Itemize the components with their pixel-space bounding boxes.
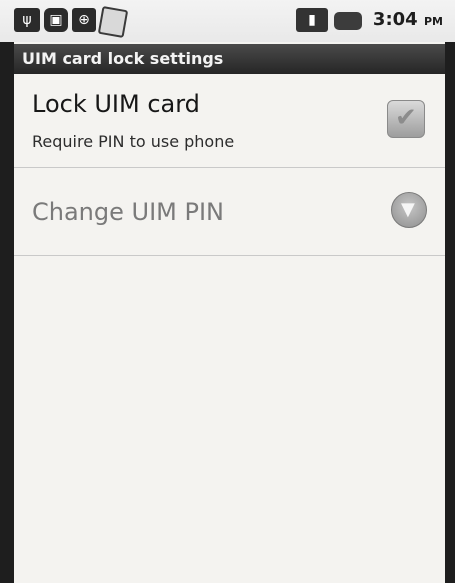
lock-uim-checkbox[interactable]: ✔ — [387, 100, 425, 138]
lock-uim-card-row[interactable]: Lock UIM card Require PIN to use phone ✔ — [14, 76, 445, 168]
clock: 3:04 PM — [373, 9, 443, 30]
chevron-down-icon: ▼ — [401, 199, 415, 220]
status-bar: ψ ▣ ⊕ ▮ 3:04 PM — [0, 0, 455, 42]
check-icon: ✔ — [395, 103, 417, 133]
document-icon — [97, 5, 129, 39]
title-bar: UIM card lock settings — [14, 44, 445, 74]
change-uim-pin-row[interactable]: Change UIM PIN ▼ — [14, 168, 445, 256]
change-uim-pin-title: Change UIM PIN — [32, 198, 224, 226]
clock-ampm: PM — [423, 15, 443, 28]
debug-icon: ⊕ — [72, 8, 96, 32]
clock-time: 3:04 — [372, 9, 418, 30]
signal-icon: ▮ — [296, 8, 328, 32]
page-title: UIM card lock settings — [22, 49, 224, 68]
usb-icon: ψ — [14, 8, 40, 32]
sd-card-icon: ▣ — [44, 8, 68, 32]
lock-uim-card-title: Lock UIM card — [32, 90, 200, 118]
lock-uim-card-summary: Require PIN to use phone — [32, 132, 235, 151]
battery-icon — [334, 12, 362, 30]
change-pin-arrow-icon[interactable]: ▼ — [391, 192, 427, 228]
